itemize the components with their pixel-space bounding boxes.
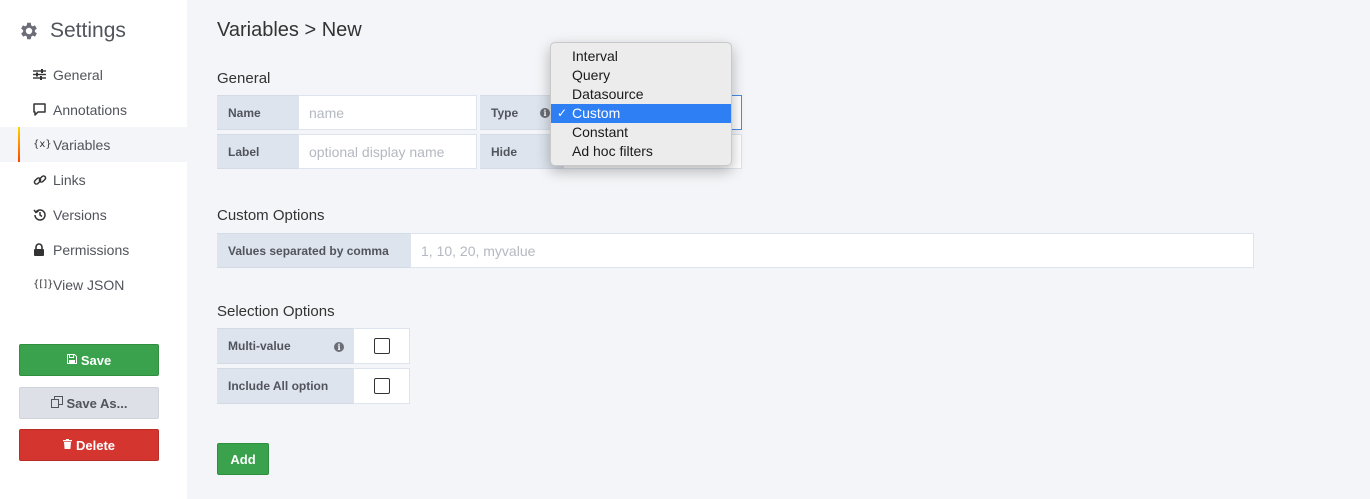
general-heading: General (217, 70, 271, 87)
add-button[interactable]: Add (217, 443, 269, 475)
dropdown-option-label: Query (572, 67, 611, 83)
custom-options-heading: Custom Options (217, 207, 325, 224)
checkmark-icon: ✓ (557, 106, 568, 120)
sidebar-item-label: View JSON (53, 276, 125, 293)
type-label-text: Type (491, 105, 519, 120)
name-input[interactable] (298, 95, 477, 130)
dropdown-option-label: Ad hoc filters (572, 143, 653, 159)
multi-value-label: Multi-value i (217, 328, 354, 364)
dropdown-option-constant[interactable]: Constant (551, 123, 731, 142)
multi-value-checkbox[interactable] (373, 338, 390, 354)
type-dropdown-menu: Interval Query Datasource ✓ Custom Const… (550, 42, 732, 166)
include-all-checkbox[interactable] (373, 378, 390, 394)
sidebar-title: Settings (50, 19, 126, 42)
variable-icon: {x} (33, 139, 52, 150)
gear-icon (18, 20, 40, 42)
page-title: Variables > New (217, 19, 362, 41)
delete-button-label: Delete (75, 437, 116, 453)
delete-button[interactable]: Delete (19, 429, 159, 461)
include-all-checkbox-cell (353, 368, 410, 404)
history-icon (33, 208, 49, 222)
sidebar-item-variables[interactable]: {x} Variables (0, 127, 187, 162)
values-input[interactable] (410, 233, 1254, 268)
dropdown-option-label: Datasource (572, 86, 644, 102)
sidebar-item-label: Variables (53, 136, 111, 153)
label-label: Label (217, 134, 299, 169)
main-content: Variables > New General Name Type i Labe… (187, 0, 1370, 499)
multi-value-label-text: Multi-value (228, 339, 291, 353)
dropdown-option-datasource[interactable]: Datasource (551, 85, 731, 104)
dropdown-option-label: Interval (572, 48, 618, 64)
multi-value-checkbox-cell (353, 328, 410, 364)
sliders-icon (33, 69, 49, 80)
sidebar-item-permissions[interactable]: Permissions (0, 232, 187, 267)
sidebar-item-label: Annotations (53, 101, 127, 118)
copy-icon (50, 395, 63, 411)
comment-icon (33, 103, 49, 116)
sidebar-item-label: General (53, 66, 103, 83)
sidebar-item-general[interactable]: General (0, 57, 187, 92)
values-label: Values separated by comma (217, 233, 411, 268)
sidebar-nav: General Annotations {x} Variables Links … (0, 57, 187, 302)
dropdown-option-label: Custom (572, 105, 621, 121)
info-icon: i (334, 342, 344, 352)
sidebar-item-annotations[interactable]: Annotations (0, 92, 187, 127)
trash-icon (62, 438, 72, 452)
dropdown-option-interval[interactable]: Interval (551, 47, 731, 66)
sidebar-header: Settings (18, 18, 126, 44)
dropdown-option-custom[interactable]: ✓ Custom (551, 104, 731, 123)
sidebar-item-view-json[interactable]: {[]} View JSON (0, 267, 187, 302)
save-as-button-label: Save As... (66, 395, 128, 411)
info-icon: i (540, 108, 550, 118)
sidebar-item-label: Versions (53, 206, 107, 223)
name-label: Name (217, 95, 299, 130)
settings-sidebar: Settings General Annotations {x} Variabl… (0, 0, 187, 499)
dropdown-option-ad-hoc-filters[interactable]: Ad hoc filters (551, 142, 731, 161)
sidebar-item-links[interactable]: Links (0, 162, 187, 197)
save-as-button[interactable]: Save As... (19, 387, 159, 419)
dropdown-option-label: Constant (572, 124, 629, 140)
link-icon (33, 173, 49, 187)
sidebar-item-label: Permissions (53, 241, 130, 258)
selection-options-heading: Selection Options (217, 303, 335, 320)
save-button[interactable]: Save (19, 344, 159, 376)
dropdown-option-query[interactable]: Query (551, 66, 731, 85)
include-all-label: Include All option (217, 368, 354, 404)
save-button-label: Save (80, 352, 112, 368)
label-input[interactable] (298, 134, 477, 169)
sidebar-item-label: Links (53, 171, 86, 188)
floppy-icon (66, 353, 77, 367)
sidebar-item-versions[interactable]: Versions (0, 197, 187, 232)
lock-icon (33, 242, 49, 257)
json-icon: {[]} (33, 279, 54, 290)
